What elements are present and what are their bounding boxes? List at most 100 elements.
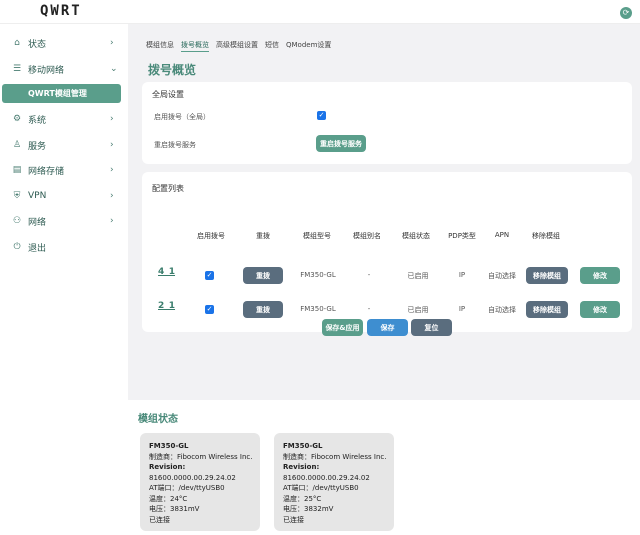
- card-maker: 制造商：Fibocom Wireless Inc.: [149, 452, 253, 461]
- card-revision: 81600.0000.00.29.24.02: [283, 473, 370, 482]
- col-header: 模组型号: [303, 232, 331, 240]
- apn-value: 自动选择: [488, 272, 516, 280]
- card-connection-state: 已连接: [283, 515, 304, 524]
- module-status-card: FM350-GL 制造商：Fibocom Wireless Inc. Revis…: [274, 433, 394, 531]
- chevron-right-icon: ›: [110, 114, 114, 124]
- pdp-type: IP: [458, 271, 466, 279]
- sidebar-item-label: 退出: [28, 243, 47, 254]
- storage-icon: ▤: [12, 165, 22, 175]
- sidebar-item-label: 系统: [28, 115, 47, 126]
- col-header: 模组状态: [402, 232, 430, 240]
- global-settings-card: 全局设置 启用拨号（全局） ✓ 重启拨号服务 重启拨号服务: [142, 82, 632, 164]
- chevron-right-icon: ›: [110, 140, 114, 150]
- col-header: 重拨: [256, 232, 270, 240]
- sidebar-item-status[interactable]: ⌂ 状态 ›: [0, 33, 128, 53]
- tab-bar: 模组信息 拨号概览 高级模组设置 短信 QModem设置: [146, 40, 331, 52]
- chevron-right-icon: ›: [110, 216, 114, 226]
- section-title: 全局设置: [152, 90, 184, 99]
- row-enable-checkbox[interactable]: ✓: [205, 271, 214, 280]
- edit-button[interactable]: 修改: [580, 301, 620, 318]
- card-voltage: 电压：3832mV: [283, 505, 334, 513]
- reset-button[interactable]: 复位: [411, 319, 452, 336]
- pdp-type: IP: [458, 305, 466, 313]
- chevron-right-icon: ›: [110, 165, 114, 175]
- top-bar: QWRT ⟳: [0, 0, 640, 24]
- module-status-card: FM350-GL 制造商：Fibocom Wireless Inc. Revis…: [140, 433, 260, 531]
- network-icon: ⚇: [12, 216, 22, 226]
- section-title: 配置列表: [152, 184, 184, 193]
- module-status-title: 模组状态: [138, 414, 178, 425]
- card-at-port: AT端口：/dev/ttyUSB0: [149, 484, 225, 492]
- logo: QWRT: [40, 3, 82, 19]
- row-name: 4_1: [158, 267, 176, 277]
- col-header: 移除模组: [532, 232, 560, 240]
- sidebar-item-logout[interactable]: ⏻ 退出: [0, 237, 128, 257]
- card-maker: 制造商：Fibocom Wireless Inc.: [283, 452, 387, 461]
- sidebar-item-vpn[interactable]: ⛨ VPN ›: [0, 186, 128, 206]
- sidebar: ⌂ 状态 › ☰ 移动网络 ⌄ QWRT模组管理 ⚙ 系统 › ♙ 服务 › ▤…: [0, 24, 128, 535]
- redial-button[interactable]: 重拨: [243, 301, 283, 318]
- sidebar-item-label: VPN: [28, 191, 47, 201]
- chevron-right-icon: ›: [110, 38, 114, 48]
- row-enable-checkbox[interactable]: ✓: [205, 305, 214, 314]
- remove-module-button[interactable]: 移除模组: [526, 267, 568, 284]
- tab-dial-overview[interactable]: 拨号概览: [181, 40, 209, 52]
- module-status: 已启用: [407, 306, 429, 314]
- page-title: 拨号概览: [148, 63, 197, 77]
- config-list-card: 配置列表 启用拨号 重拨 模组型号 模组别名 模组状态 PDP类型 APN 移除…: [142, 172, 632, 332]
- sidebar-item-system[interactable]: ⚙ 系统 ›: [0, 109, 128, 129]
- tab-module-info[interactable]: 模组信息: [146, 40, 174, 52]
- remove-module-button[interactable]: 移除模组: [526, 301, 568, 318]
- card-model: FM350-GL: [149, 442, 189, 450]
- refresh-icon[interactable]: ⟳: [620, 7, 632, 19]
- col-header: PDP类型: [448, 232, 476, 240]
- main-content: 模组信息 拨号概览 高级模组设置 短信 QModem设置 拨号概览 全局设置 启…: [128, 24, 640, 400]
- card-revision-label: Revision:: [283, 463, 320, 471]
- enable-dial-checkbox[interactable]: ✓: [317, 111, 326, 120]
- sidebar-subitem-qwrt-module[interactable]: QWRT模组管理: [2, 84, 121, 103]
- col-header: 启用拨号: [197, 232, 225, 240]
- chevron-down-icon: ⌄: [110, 64, 118, 74]
- sidebar-item-label: 服务: [28, 141, 47, 152]
- user-icon: ♙: [12, 140, 22, 150]
- sidebar-item-label: 网络存储: [28, 166, 65, 177]
- module-status: 已启用: [407, 272, 429, 280]
- sidebar-item-label: 状态: [28, 39, 47, 50]
- card-at-port: AT端口：/dev/ttyUSB0: [283, 484, 359, 492]
- restart-dial-label: 重启拨号服务: [154, 141, 196, 149]
- card-revision-label: Revision:: [149, 463, 186, 471]
- save-button[interactable]: 保存: [367, 319, 408, 336]
- sidebar-item-mobile-network[interactable]: ☰ 移动网络 ⌄: [0, 59, 128, 79]
- module-alias: -: [367, 271, 371, 279]
- sidebar-item-label: 网络: [28, 217, 47, 228]
- module-model: FM350-GL: [300, 305, 336, 313]
- card-temperature: 温度：24°C: [149, 494, 188, 503]
- chevron-right-icon: ›: [110, 191, 114, 201]
- home-icon: ⌂: [14, 38, 20, 48]
- edit-button[interactable]: 修改: [580, 267, 620, 284]
- enable-dial-label: 启用拨号（全局）: [154, 113, 210, 121]
- restart-dial-button[interactable]: 重启拨号服务: [316, 135, 366, 152]
- module-model: FM350-GL: [300, 271, 336, 279]
- card-model: FM350-GL: [283, 442, 323, 450]
- apn-value: 自动选择: [488, 306, 516, 314]
- card-temperature: 温度：25°C: [283, 494, 322, 503]
- module-alias: -: [367, 305, 371, 313]
- tab-sms[interactable]: 短信: [265, 40, 279, 52]
- card-connection-state: 已连接: [149, 515, 170, 524]
- gear-icon: ⚙: [12, 114, 22, 124]
- database-icon: ☰: [12, 64, 22, 74]
- redial-button[interactable]: 重拨: [243, 267, 283, 284]
- tab-qmodem-settings[interactable]: QModem设置: [286, 40, 331, 52]
- tab-advanced-settings[interactable]: 高级模组设置: [216, 40, 258, 52]
- power-icon: ⏻: [13, 242, 21, 252]
- sidebar-item-network[interactable]: ⚇ 网络 ›: [0, 211, 128, 231]
- save-apply-button[interactable]: 保存&应用: [322, 319, 363, 336]
- vpn-icon: ⛨: [13, 191, 21, 201]
- card-voltage: 电压：3831mV: [149, 505, 200, 513]
- sidebar-item-label: 移动网络: [28, 65, 65, 76]
- sidebar-item-services[interactable]: ♙ 服务 ›: [0, 135, 128, 155]
- card-revision: 81600.0000.00.29.24.02: [149, 473, 236, 482]
- sidebar-item-storage[interactable]: ▤ 网络存储 ›: [0, 160, 128, 180]
- col-header: 模组别名: [353, 232, 381, 240]
